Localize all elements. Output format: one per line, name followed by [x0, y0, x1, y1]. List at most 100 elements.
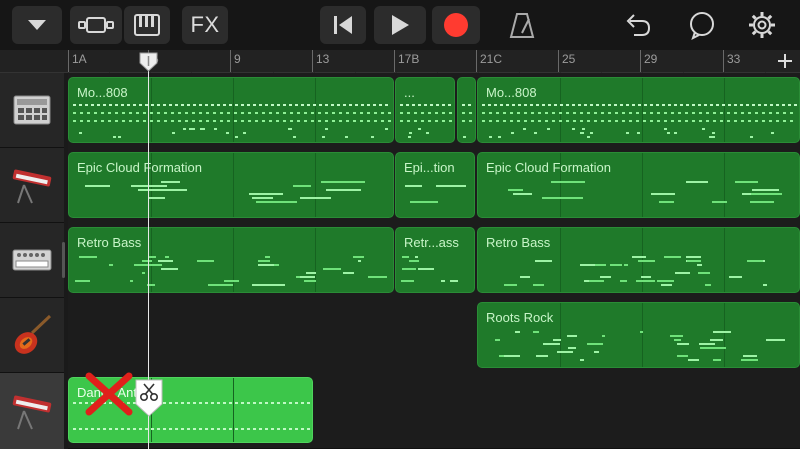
my-songs-button[interactable] [12, 6, 62, 44]
track-region[interactable]: Retro Bass [477, 227, 800, 293]
track-header-keyboard[interactable] [0, 148, 64, 223]
track-header-guitar[interactable] [0, 298, 64, 373]
midi-note [704, 284, 711, 286]
add-section-button[interactable] [770, 50, 800, 72]
midi-note [712, 331, 731, 333]
midi-note [541, 197, 584, 199]
track-region[interactable]: Retro Bass [68, 227, 394, 293]
midi-note [407, 136, 411, 138]
midi-note [675, 272, 691, 274]
midi-note [741, 359, 759, 361]
ruler-label: 13 [316, 52, 330, 66]
ruler-mark [394, 50, 395, 72]
region-name: Epi...tion [404, 160, 455, 175]
midi-note [697, 272, 710, 274]
track-region[interactable]: Epi...tion [395, 152, 475, 218]
track-lane: Dance Anthem [68, 373, 800, 449]
midi-note [750, 136, 754, 138]
midi-note [636, 280, 655, 282]
midi-note [508, 189, 524, 191]
track-header-keyboard-2[interactable] [0, 373, 64, 449]
go-to-beginning-button[interactable] [320, 6, 366, 44]
instrument-controls-button[interactable] [124, 6, 170, 44]
midi-note [293, 136, 297, 138]
region-segment-divider [724, 303, 725, 367]
midi-note [751, 189, 779, 191]
fx-button[interactable]: FX [182, 6, 228, 44]
midi-note [657, 280, 675, 282]
midi-note [674, 132, 678, 134]
midi-note [686, 260, 702, 262]
ruler-label: 9 [234, 52, 241, 66]
region-segment-divider [724, 153, 725, 217]
midi-note [400, 280, 414, 282]
midi-note [770, 132, 774, 134]
midi-note [609, 264, 623, 266]
midi-note [401, 256, 410, 258]
tracks-view-icon [78, 17, 114, 33]
loop-icon [690, 12, 714, 40]
region-segment-divider [560, 78, 561, 142]
midi-note [641, 276, 652, 278]
track-region[interactable]: Epic Cloud Formation [477, 152, 800, 218]
midi-note [303, 280, 316, 282]
midi-note [417, 128, 421, 130]
record-button[interactable] [432, 6, 480, 44]
ruler-label: 17B [398, 52, 420, 66]
play-button[interactable] [374, 6, 426, 44]
chevron-down-icon [28, 20, 46, 30]
midi-note [358, 260, 362, 262]
settings-button[interactable] [746, 9, 778, 41]
midi-note [697, 264, 702, 266]
midi-note [325, 128, 329, 130]
track-region[interactable]: Mo...808 [477, 77, 800, 143]
undo-button[interactable] [622, 9, 654, 41]
midi-note [404, 185, 422, 187]
midi-note [226, 132, 230, 134]
browser-button[interactable] [70, 6, 122, 44]
track-region[interactable] [457, 77, 476, 143]
midi-note [368, 276, 387, 278]
midi-note [587, 136, 591, 138]
region-segment-divider [315, 228, 316, 292]
midi-note [624, 264, 629, 266]
track-lane: Roots Rock [68, 298, 800, 374]
midi-note [74, 280, 91, 282]
track-region[interactable]: Mo...808 [68, 77, 394, 143]
midi-note [534, 132, 538, 134]
timeline-ruler[interactable]: 1A591317B21C252933 [68, 50, 800, 73]
midi-note [522, 128, 526, 130]
midi-note [207, 284, 222, 286]
track-region[interactable]: Retr...ass [395, 227, 475, 293]
midi-note [267, 284, 285, 286]
midi-note [172, 132, 176, 134]
track-region[interactable]: Epic Cloud Formation [68, 152, 394, 218]
midi-note [504, 284, 517, 286]
region-name: Mo...808 [77, 85, 128, 100]
loop-browser-button[interactable] [686, 9, 718, 41]
region-name: Mo...808 [486, 85, 537, 100]
midi-note [586, 343, 604, 345]
midi-note [534, 260, 552, 262]
track-header-bass[interactable] [0, 223, 64, 298]
midi-note [352, 256, 365, 258]
ruler-label: 29 [644, 52, 658, 66]
midi-note [196, 260, 214, 262]
track-region[interactable]: Roots Rock [477, 302, 800, 368]
ruler-mark [723, 50, 724, 72]
split-scissors-icon[interactable] [134, 378, 164, 418]
track-lane: Mo...808... Mo...808 [68, 73, 800, 149]
track-region[interactable]: ... [395, 77, 455, 143]
ruler-corner [0, 50, 68, 73]
midi-note [677, 355, 689, 357]
playhead-handle[interactable] [139, 52, 158, 72]
midi-note [594, 351, 599, 353]
track-header-drums[interactable] [0, 73, 64, 148]
midi-note [158, 260, 174, 262]
midi-note [688, 359, 699, 361]
track-scroll-handle[interactable] [62, 242, 65, 278]
midi-note [449, 280, 458, 282]
midi-note [712, 201, 728, 203]
metronome-button[interactable] [506, 9, 538, 41]
midi-note [498, 136, 502, 138]
